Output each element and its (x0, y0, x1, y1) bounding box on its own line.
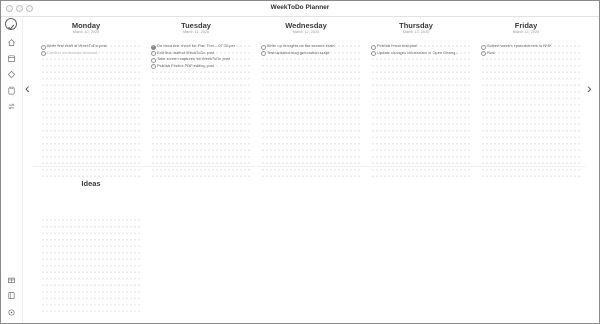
day-name: Thursday (399, 21, 433, 30)
weektodo-logo-icon[interactable] (5, 18, 17, 30)
gift-icon[interactable] (7, 275, 16, 284)
day-column-thursday: Thursday March 13, 2025 Publish Itmux te… (361, 21, 471, 177)
task-drop-area[interactable] (151, 43, 251, 177)
day-date: March 12, 2025 (292, 30, 320, 34)
history-icon[interactable] (7, 102, 16, 111)
day-name: Wednesday (285, 21, 327, 30)
settings-icon[interactable] (7, 308, 16, 317)
day-name: Monday (71, 21, 101, 30)
book-icon[interactable] (7, 291, 16, 300)
day-column-monday: Monday March 10, 2025 Write first draft … (31, 21, 141, 177)
previous-week-arrow[interactable]: ‹ (25, 81, 30, 95)
task-drop-area[interactable] (261, 43, 361, 177)
home-icon[interactable] (7, 38, 16, 47)
day-name: Tuesday (181, 21, 211, 30)
day-date: March 10, 2025 (72, 30, 100, 34)
day-column-wednesday: Wednesday March 12, 2025 Write up though… (251, 21, 361, 177)
tag-icon[interactable] (7, 70, 16, 79)
day-column-friday: Friday March 14, 2025 Submit week's spre… (471, 21, 581, 177)
clipboard-icon[interactable] (7, 86, 16, 95)
calendar-icon[interactable] (7, 54, 16, 63)
day-date: March 14, 2025 (512, 30, 540, 34)
ideas-drop-area[interactable] (41, 217, 141, 317)
day-date: March 13, 2025 (402, 30, 430, 34)
ideas-title: Ideas (81, 179, 101, 188)
task-drop-area[interactable] (371, 43, 471, 177)
day-column-tuesday: Tuesday March 11, 2025 Do dead link chec… (141, 21, 251, 177)
task-drop-area[interactable] (481, 43, 581, 177)
sidebar (1, 17, 23, 323)
app-window: WeekToDo Planner ‹ › Monday March 10, 20… (0, 0, 600, 324)
task-drop-area[interactable] (41, 43, 141, 177)
title-bar: WeekToDo Planner (1, 1, 599, 17)
section-divider (33, 166, 585, 167)
window-title: WeekToDo Planner (270, 4, 330, 11)
next-week-arrow[interactable]: › (587, 81, 592, 95)
day-date: March 11, 2025 (182, 30, 210, 34)
day-name: Friday (514, 21, 538, 30)
